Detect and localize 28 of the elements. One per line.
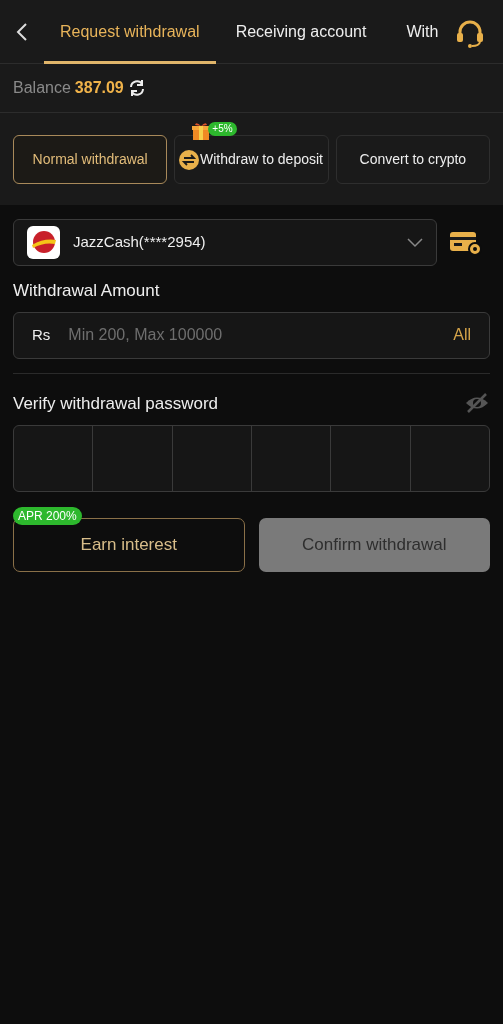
tab[interactable]: Receiving account <box>215 0 387 64</box>
balance-label: Balance <box>13 78 71 98</box>
mode-button[interactable]: Normal withdrawal <box>13 135 168 184</box>
amount-label: Withdrawal Amount <box>13 280 161 302</box>
apr-badge: APR 200% <box>13 507 82 525</box>
password-label: Verify withdrawal password <box>13 392 219 415</box>
currency-label: Rs <box>32 324 51 345</box>
mode-button[interactable]: Convert to crypto <box>335 135 490 184</box>
chevron-down-icon <box>407 237 423 248</box>
wallet-logo <box>27 226 60 259</box>
bonus-badge: +5% <box>208 122 237 136</box>
account-name: JazzCash(****2954) <box>73 232 207 253</box>
mode-button[interactable]: Withdraw to deposit <box>174 135 329 184</box>
amount-field[interactable]: Rs Min 200, Max 100000 All <box>13 311 490 359</box>
balance-amount: 387.09 <box>74 78 124 98</box>
tab[interactable]: With <box>386 0 444 64</box>
password-field[interactable] <box>13 425 490 492</box>
gift-icon <box>192 121 211 141</box>
card-settings-icon[interactable] <box>450 229 482 256</box>
headset-icon[interactable] <box>455 18 485 48</box>
tab[interactable]: Request withdrawal <box>44 0 216 64</box>
exchange-icon <box>179 149 200 170</box>
all-button[interactable]: All <box>453 323 471 347</box>
account-select[interactable]: JazzCash(****2954) <box>13 219 437 266</box>
refresh-icon[interactable] <box>127 79 146 97</box>
mode-label: Withdraw to deposit <box>199 150 324 169</box>
eye-off-icon[interactable] <box>464 393 490 414</box>
back-icon <box>16 22 28 41</box>
